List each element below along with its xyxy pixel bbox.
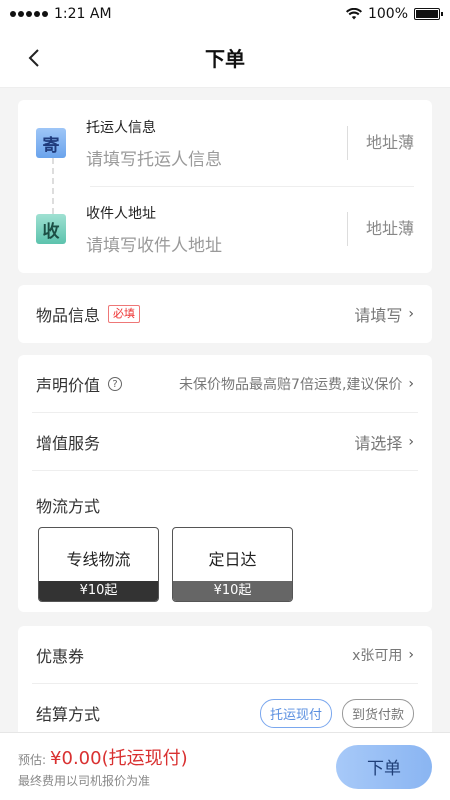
declared-label-wrap: 声明价值 ?	[36, 372, 123, 396]
logistics-options: 专线物流 ¥10起 定日达 ¥10起	[18, 527, 432, 602]
chevron-right-icon: ›	[408, 647, 414, 663]
logistics-option-scheduled[interactable]: 定日达 ¥10起	[172, 527, 293, 602]
settlement-option-prepaid[interactable]: 托运现付	[259, 698, 332, 728]
coupon-label: 优惠券	[36, 647, 85, 666]
required-badge: 必填	[108, 305, 141, 323]
back-button[interactable]	[22, 46, 46, 70]
logistics-option-name: 专线物流	[66, 550, 131, 569]
value-added-row[interactable]: 增值服务 请选择 ›	[18, 413, 432, 471]
estimate-label: 预估:	[18, 753, 47, 767]
goods-value-wrap[interactable]: 请填写 ›	[354, 302, 414, 326]
logistics-option-price: ¥10起	[39, 581, 158, 601]
sender-info[interactable]: 托运人信息 请填写托运人信息	[86, 117, 347, 170]
receiver-address-book-button[interactable]: 地址薄	[346, 212, 414, 246]
value-added-value: 请选择	[354, 434, 403, 453]
logistics-title: 物流方式	[36, 497, 101, 516]
receiver-input[interactable]: 请填写收件人地址	[86, 231, 347, 256]
sender-title: 托运人信息	[86, 119, 156, 136]
battery-icon	[414, 8, 443, 20]
send-badge: 寄	[36, 128, 66, 158]
chevron-left-icon	[28, 49, 39, 67]
sender-address-book-button[interactable]: 地址薄	[346, 126, 414, 160]
address-card: 寄 托运人信息 请填写托运人信息 地址薄 收 收件人地址 请填写收件人地址 地址…	[18, 100, 432, 273]
signal-icon	[10, 11, 48, 17]
receiver-info[interactable]: 收件人地址 请填写收件人地址	[86, 203, 347, 256]
page-title: 下单	[205, 47, 245, 71]
wifi-icon	[345, 8, 362, 20]
status-bar: 1:21 AM 100%	[0, 0, 450, 28]
estimate-method: (托运现付)	[101, 748, 188, 769]
goods-value: 请填写	[354, 306, 403, 325]
battery-percent: 100%	[367, 6, 408, 22]
bottom-bar: 预估: ¥0.00 (托运现付) 最终费用以司机报价为准 下单	[0, 732, 450, 800]
settlement-options: 托运现付 到货付款	[250, 698, 414, 728]
divider	[32, 470, 418, 471]
goods-label-wrap: 物品信息 必填	[36, 302, 141, 326]
payment-card: 优惠券 x张可用 › 结算方式 托运现付 到货付款	[18, 626, 432, 742]
estimate-line: 预估: ¥0.00 (托运现付)	[18, 744, 188, 770]
logistics-option-price: ¥10起	[173, 581, 292, 601]
sender-input[interactable]: 请填写托运人信息	[86, 145, 347, 170]
logistics-option-name: 定日达	[208, 550, 257, 569]
goods-row[interactable]: 物品信息 必填 请填写 ›	[18, 285, 432, 343]
status-right: 100%	[345, 6, 443, 22]
coupon-value: x张可用	[352, 648, 403, 664]
declared-value-row[interactable]: 声明价值 ? 未保价物品最高赔7倍运费,建议保价 ›	[18, 355, 432, 413]
settlement-option-cod[interactable]: 到货付款	[341, 698, 414, 728]
battery-fill	[416, 10, 438, 18]
declared-value-wrap[interactable]: 未保价物品最高赔7倍运费,建议保价 ›	[179, 374, 414, 394]
chevron-right-icon: ›	[408, 376, 414, 392]
declared-label: 声明价值	[36, 376, 101, 395]
status-time: 1:21 AM	[54, 6, 112, 22]
nav-bar: 下单	[0, 28, 450, 88]
chevron-right-icon: ›	[408, 434, 414, 450]
receiver-title: 收件人地址	[86, 205, 156, 222]
status-left: 1:21 AM	[10, 6, 112, 22]
receiver-row[interactable]: 收 收件人地址 请填写收件人地址 地址薄	[36, 186, 414, 272]
question-circle-icon[interactable]: ?	[108, 377, 123, 391]
submit-order-button[interactable]: 下单	[336, 744, 432, 789]
coupon-row[interactable]: 优惠券 x张可用 ›	[18, 626, 432, 684]
estimate-amount: ¥0.00	[50, 748, 102, 769]
coupon-value-wrap[interactable]: x张可用 ›	[352, 645, 414, 665]
goods-card: 物品信息 必填 请填写 ›	[18, 285, 432, 343]
services-card: 声明价值 ? 未保价物品最高赔7倍运费,建议保价 › 增值服务 请选择 › 物流…	[18, 355, 432, 612]
logistics-option-dedicated[interactable]: 专线物流 ¥10起	[38, 527, 159, 602]
receive-badge: 收	[36, 214, 66, 244]
declared-value: 未保价物品最高赔7倍运费,建议保价	[179, 377, 403, 393]
goods-label: 物品信息	[36, 306, 101, 325]
value-added-label: 增值服务	[36, 434, 101, 453]
value-added-value-wrap[interactable]: 请选择 ›	[354, 430, 414, 454]
chevron-right-icon: ›	[408, 306, 414, 322]
estimate: 预估: ¥0.00 (托运现付) 最终费用以司机报价为准	[18, 744, 188, 789]
settlement-label: 结算方式	[36, 705, 101, 724]
estimate-note: 最终费用以司机报价为准	[18, 774, 151, 788]
sender-row[interactable]: 寄 托运人信息 请填写托运人信息 地址薄	[36, 100, 414, 186]
